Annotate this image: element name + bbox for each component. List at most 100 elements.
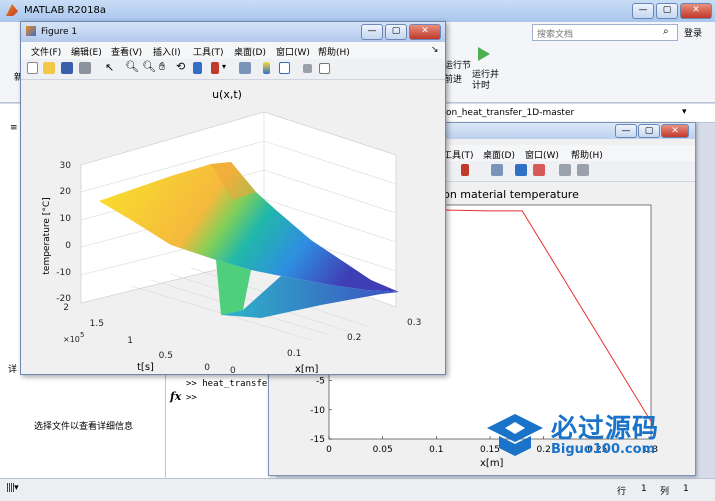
new-figure-icon[interactable] xyxy=(27,62,38,74)
fig2-tool-link-icon[interactable] xyxy=(491,164,503,176)
fig2-x-tick-label: 0.05 xyxy=(373,445,393,455)
matlab-logo-icon xyxy=(6,4,18,16)
details-hint: 选择文件以查看详细信息 xyxy=(34,422,134,432)
maximize-button[interactable]: ▢ xyxy=(656,3,678,19)
search-icon[interactable]: ⌕ xyxy=(663,26,669,37)
brush-dropdown-icon[interactable]: ▾ xyxy=(222,62,234,74)
menu-help[interactable]: 帮助(H) xyxy=(318,45,350,58)
fig2-y-tick-label: -5 xyxy=(316,377,325,387)
save-icon[interactable] xyxy=(61,62,73,74)
x-tick-label: 0 xyxy=(230,366,236,373)
fig1-close-button[interactable]: ✕ xyxy=(409,24,441,40)
col-label: 列 xyxy=(660,487,670,497)
fig2-y-tick-label: -10 xyxy=(310,406,325,416)
fig1-toolbar: ↖ 🔍︎ 🔍︎ ✋︎ ⟲ ▾ xyxy=(21,59,445,80)
figure-icon xyxy=(26,26,36,36)
fig1-surface-chart: u(x,t) 30 20 10 0 -10 -20 temperature [°… xyxy=(42,88,421,373)
link-plot-icon[interactable] xyxy=(239,62,251,74)
matlab-title-bar: MATLAB R2018a — ▢ ✕ xyxy=(0,0,715,22)
y-tick-label: 0 xyxy=(204,363,210,373)
open-file-icon[interactable] xyxy=(43,62,55,74)
menu-desktop[interactable]: 桌面(D) xyxy=(234,45,266,58)
status-bar: ||||▾ 行 1 列 1 xyxy=(0,478,715,501)
fig1-z-axis-label: temperature [°C] xyxy=(42,197,52,274)
fig2-minimize-button[interactable]: — xyxy=(615,124,637,138)
fig2-menu-window[interactable]: 窗口(W) xyxy=(525,148,559,161)
zoom-out-icon[interactable]: 🔍︎ xyxy=(142,60,156,73)
fig2-x-tick-label: 0 xyxy=(326,445,332,455)
show-plot-tools-icon[interactable] xyxy=(319,63,330,74)
rotate-3d-icon[interactable]: ⟲ xyxy=(176,60,188,73)
data-cursor-icon[interactable] xyxy=(193,62,202,74)
menu-window[interactable]: 窗口(W) xyxy=(276,45,310,58)
fig2-tool-legend-icon[interactable] xyxy=(515,164,527,176)
figure-1-window[interactable]: Figure 1 — ▢ ✕ 文件(F) 编辑(E) 查看(V) 插入(I) 工… xyxy=(20,21,446,375)
fig2-menu-tools[interactable]: 工具(T) xyxy=(443,148,474,161)
menu-insert[interactable]: 插入(I) xyxy=(153,45,181,58)
fx-icon[interactable]: fx xyxy=(170,390,181,403)
watermark-url: Biguo100.com xyxy=(551,442,656,457)
row-label: 行 xyxy=(617,487,627,497)
fig1-x-axis-label: x[m] xyxy=(295,364,319,373)
search-box[interactable]: 搜索文档 ⌕ xyxy=(532,24,678,41)
hide-plot-tools-icon[interactable] xyxy=(303,64,312,73)
z-tick-label: 10 xyxy=(60,214,72,224)
menu-file[interactable]: 文件(F) xyxy=(31,45,61,58)
menu-dock-icon[interactable]: ↘ xyxy=(431,45,439,55)
fig1-y-exponent: ×10 xyxy=(63,335,80,344)
y-tick-label: 0.5 xyxy=(159,351,173,361)
menu-view[interactable]: 查看(V) xyxy=(111,45,142,58)
legend-icon[interactable] xyxy=(279,62,290,74)
fig1-minimize-button[interactable]: — xyxy=(361,24,383,40)
fig1-y-exponent-power: 5 xyxy=(80,331,84,339)
print-icon[interactable] xyxy=(79,62,91,74)
minimize-button[interactable]: — xyxy=(632,3,654,19)
fig2-close-button[interactable]: ✕ xyxy=(661,124,689,138)
edit-plot-icon[interactable]: ↖ xyxy=(105,61,117,74)
status-grip-icon: ||||▾ xyxy=(6,483,19,493)
close-button[interactable]: ✕ xyxy=(680,3,712,19)
pan-icon[interactable]: ✋︎ xyxy=(159,60,171,73)
login-button[interactable]: 登录 xyxy=(684,26,702,39)
fig2-tool-hide-icon[interactable] xyxy=(559,164,571,176)
x-tick-label: 0.1 xyxy=(287,349,301,359)
watermark-brand: 必过源码 xyxy=(551,414,660,444)
fig1-menu-bar: 文件(F) 编辑(E) 查看(V) 插入(I) 工具(T) 桌面(D) 窗口(W… xyxy=(21,42,445,60)
row-value: 1 xyxy=(641,484,647,494)
fig2-tool-plotbrowser-icon[interactable] xyxy=(533,164,545,176)
menu-tools[interactable]: 工具(T) xyxy=(193,45,224,58)
colorbar-icon[interactable] xyxy=(263,62,270,74)
fig2-menu-help[interactable]: 帮助(H) xyxy=(571,148,603,161)
advance-label[interactable]: 前进 xyxy=(444,72,462,85)
fig2-y-tick-label: -15 xyxy=(310,435,325,445)
fig1-y-axis-label: t[s] xyxy=(137,362,154,373)
z-tick-label: -10 xyxy=(56,268,71,278)
z-tick-label: 0 xyxy=(65,241,71,251)
fig2-tool-brush-icon[interactable] xyxy=(461,164,469,176)
fig2-tool-show-icon[interactable] xyxy=(577,164,589,176)
fig2-chart-title: ation material temperature xyxy=(429,188,579,201)
path-text[interactable]: on_heat_transfer_1D-master xyxy=(446,108,574,118)
panel-menu-icon[interactable]: ≡ xyxy=(10,123,18,133)
watermark: 必过源码 Biguo100.com xyxy=(485,408,685,468)
menu-edit[interactable]: 编辑(E) xyxy=(71,45,102,58)
col-value: 1 xyxy=(683,484,689,494)
path-dropdown-icon[interactable]: ▾ xyxy=(682,107,687,117)
figure-1-title: Figure 1 xyxy=(41,27,78,37)
fig2-menu-desktop[interactable]: 桌面(D) xyxy=(483,148,515,161)
fig1-maximize-button[interactable]: ▢ xyxy=(385,24,407,40)
run-time-icon[interactable] xyxy=(478,47,490,61)
fig2-x-tick-label: 0.1 xyxy=(429,445,443,455)
fig1-z-ticks: 30 20 10 0 -10 -20 xyxy=(56,161,71,304)
graduation-cap-icon xyxy=(487,414,543,456)
zoom-in-icon[interactable]: 🔍︎ xyxy=(125,60,139,73)
figure-1-title-bar[interactable]: Figure 1 — ▢ ✕ xyxy=(21,22,445,42)
search-input[interactable]: 搜索文档 xyxy=(537,27,573,40)
details-tab-label: 详 xyxy=(8,365,18,375)
y-tick-label: 2 xyxy=(63,303,69,313)
run-advance-label[interactable]: 运行并 计时 xyxy=(472,70,502,92)
brush-icon[interactable] xyxy=(211,62,219,74)
command-prompt[interactable]: >> xyxy=(186,393,197,403)
fig2-maximize-button[interactable]: ▢ xyxy=(638,124,660,138)
run-section-label[interactable]: 运行节 xyxy=(444,58,471,71)
